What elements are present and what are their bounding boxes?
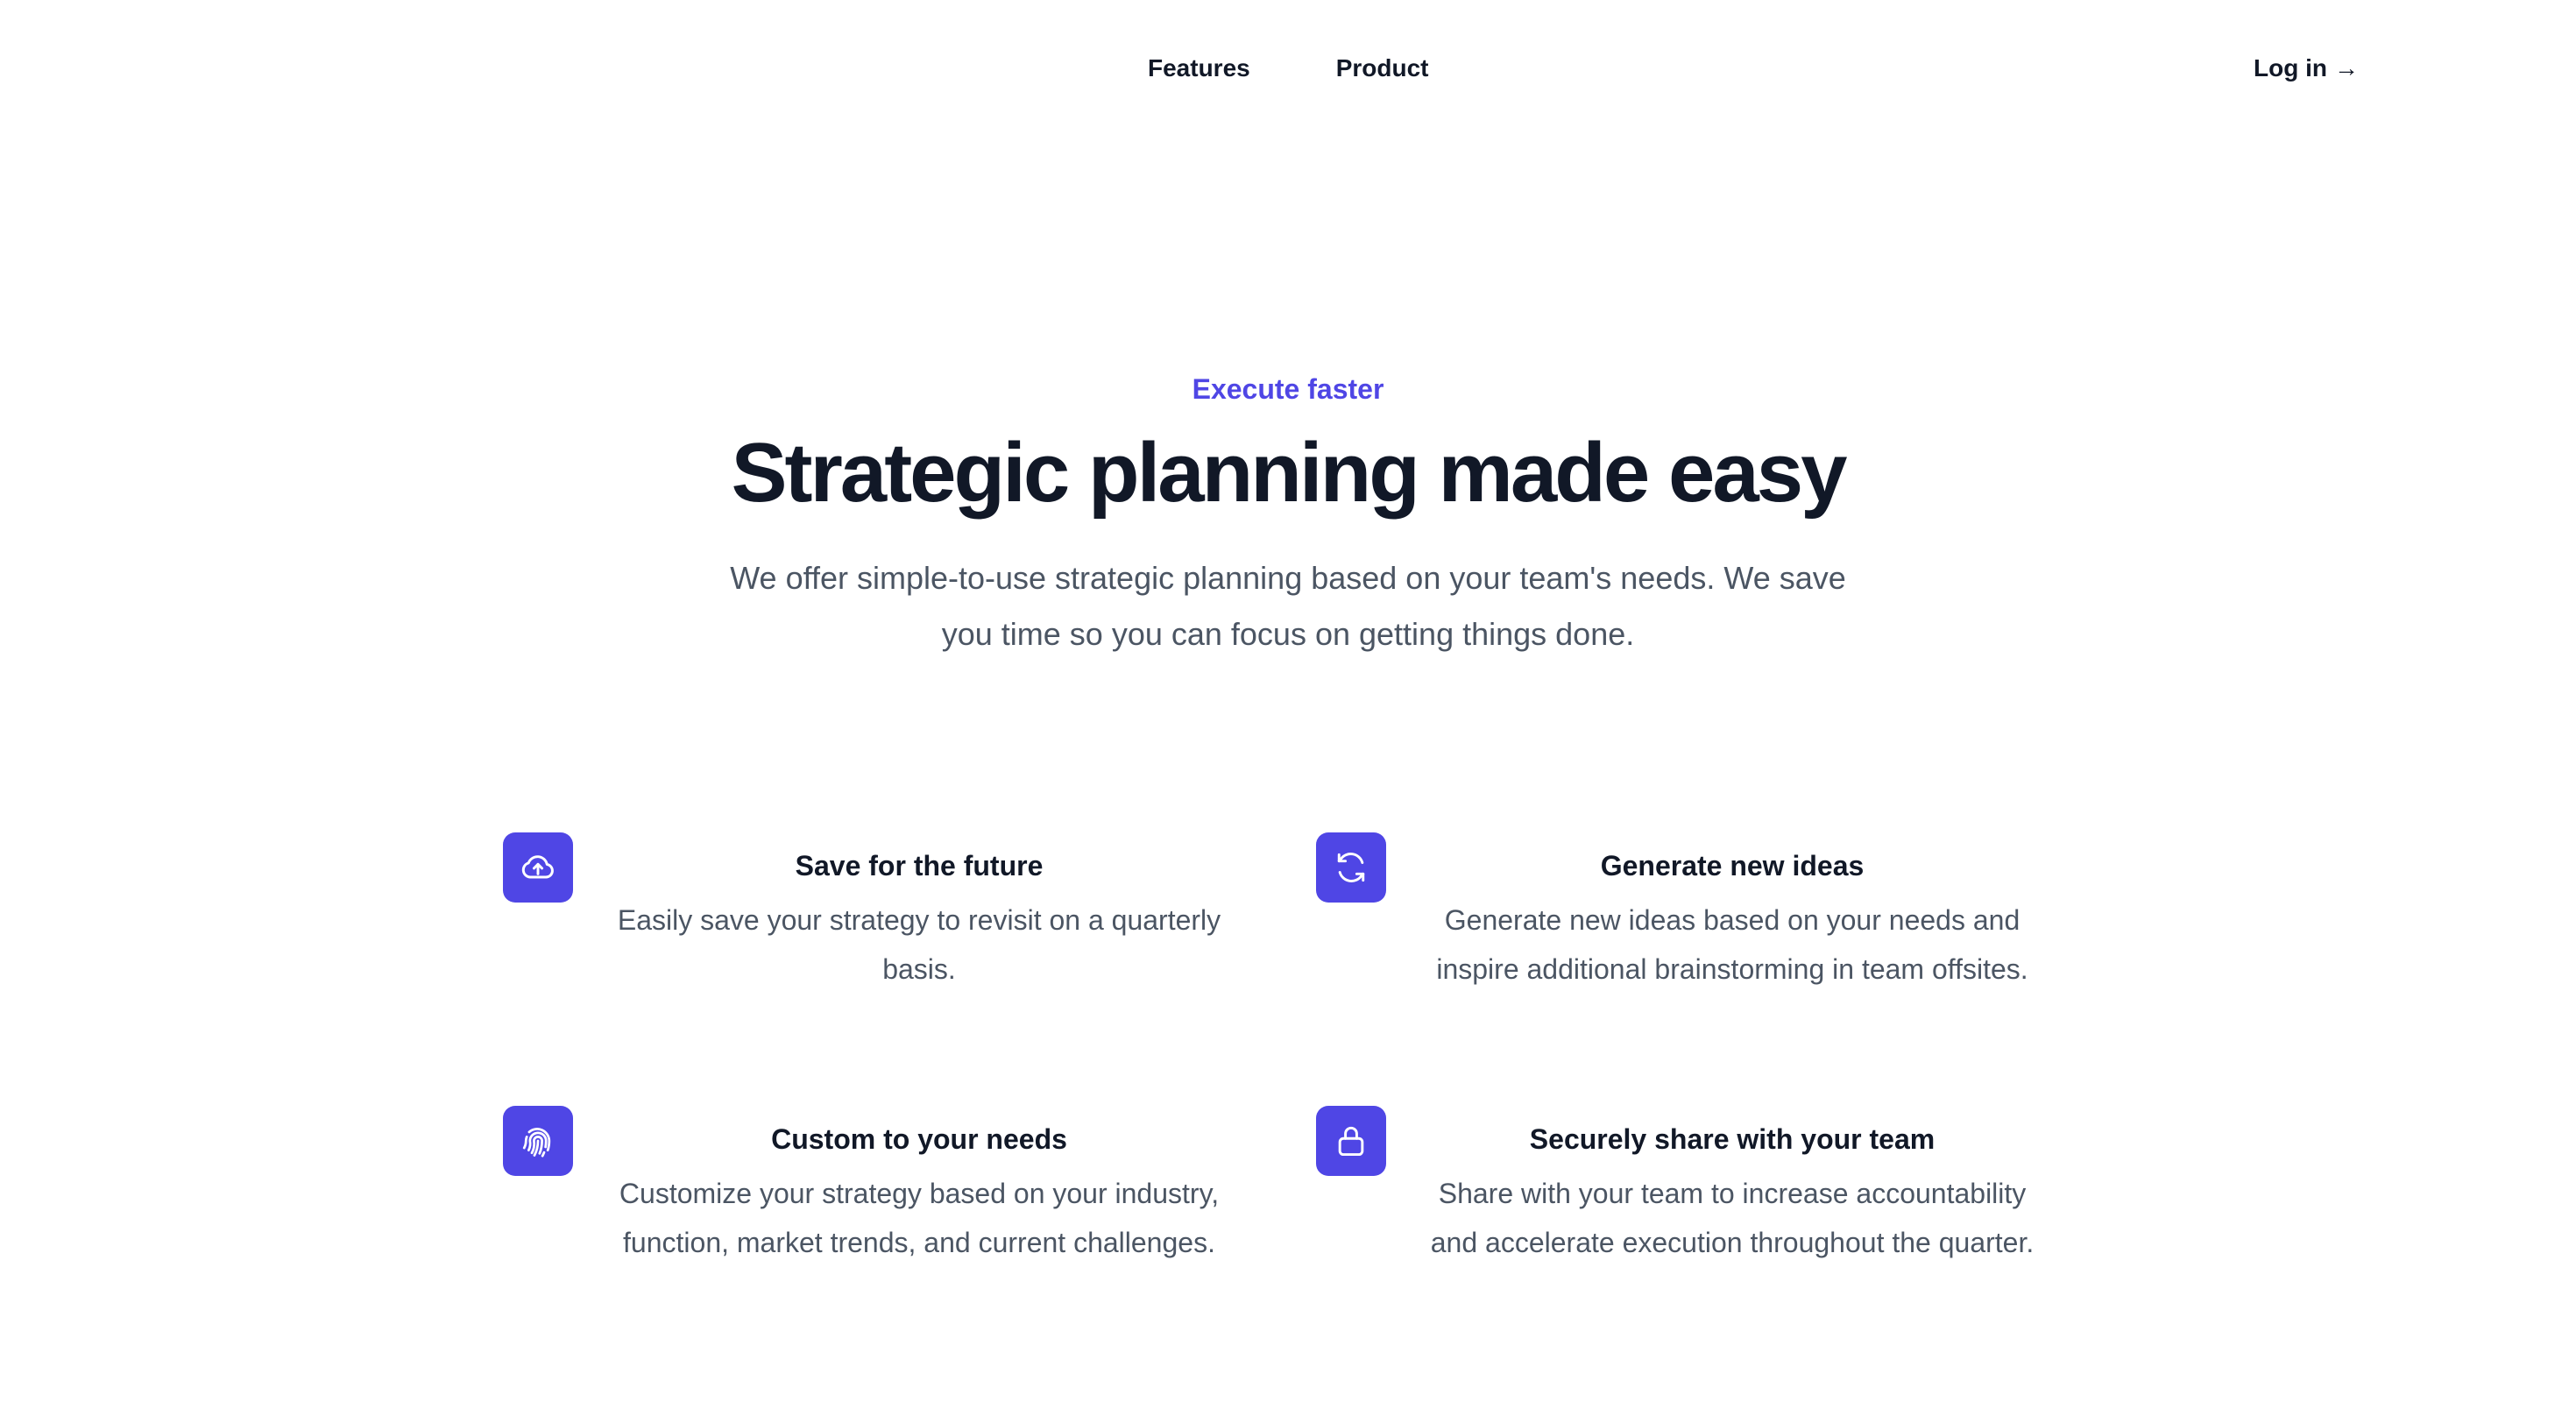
hero-title: Strategic planning made easy <box>731 426 1847 520</box>
fingerprint-icon <box>503 1106 573 1176</box>
login-label: Log in <box>2254 54 2327 81</box>
feature-body: Save for the future Easily save your str… <box>608 832 1230 994</box>
feature-item: Save for the future Easily save your str… <box>503 832 1316 1001</box>
feature-description: Easily save your strategy to revisit on … <box>617 904 1221 985</box>
feature-description: Customize your strategy based on your in… <box>619 1178 1220 1258</box>
refresh-icon <box>1316 832 1386 903</box>
landing-page: Features Product Log in → Execute faster… <box>0 0 2576 1409</box>
hero-subtitle: We offer simple-to-use strategic plannin… <box>730 560 1846 652</box>
feature-title: Generate new ideas <box>1600 850 1865 882</box>
feature-item: Custom to your needs Customize your stra… <box>503 1106 1316 1274</box>
feature-title: Save for the future <box>795 850 1044 882</box>
feature-body: Securely share with your team Share with… <box>1421 1106 2043 1267</box>
feature-item: Generate new ideas Generate new ideas ba… <box>1316 832 2080 1001</box>
top-nav: Features Product Log in → <box>0 49 2576 88</box>
nav-link-product[interactable]: Product <box>1336 49 1429 88</box>
cloud-upload-icon <box>503 832 573 903</box>
hero-eyebrow: Execute faster <box>1192 373 1384 405</box>
feature-title: Securely share with your team <box>1529 1123 1936 1155</box>
feature-title: Custom to your needs <box>771 1123 1067 1155</box>
feature-description: Share with your team to increase account… <box>1430 1178 2035 1258</box>
feature-item: Securely share with your team Share with… <box>1316 1106 2080 1274</box>
feature-body: Generate new ideas Generate new ideas ba… <box>1421 832 2043 994</box>
feature-description: Generate new ideas based on your needs a… <box>1436 904 2028 985</box>
feature-body: Custom to your needs Customize your stra… <box>608 1106 1230 1267</box>
nav-link-features[interactable]: Features <box>1148 49 1250 88</box>
nav-links: Features Product <box>1148 49 1429 88</box>
login-link[interactable]: Log in → <box>2254 49 2359 88</box>
arrow-right-icon: → <box>2333 54 2359 81</box>
hero-section: Execute faster Strategic planning made e… <box>0 368 2576 662</box>
lock-icon <box>1316 1106 1386 1176</box>
features-grid: Save for the future Easily save your str… <box>503 832 2080 1274</box>
